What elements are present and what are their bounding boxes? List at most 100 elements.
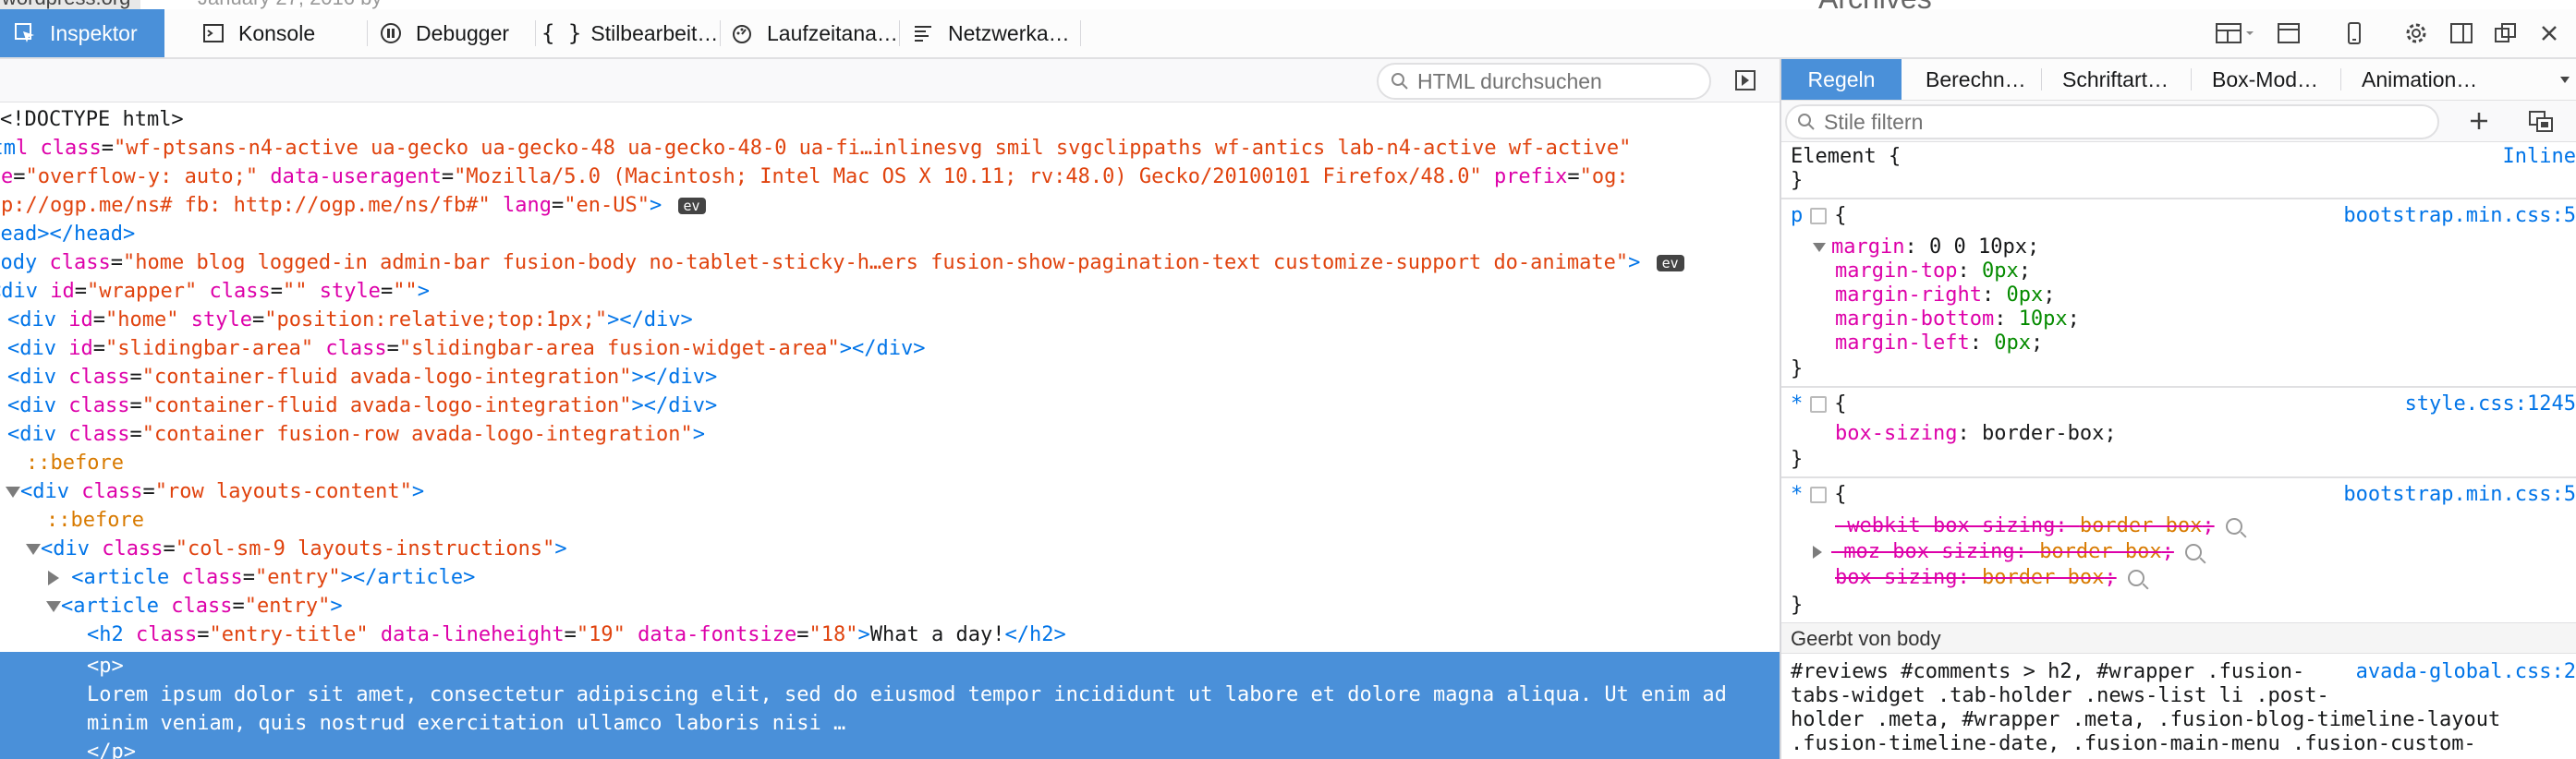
markup-line[interactable]: <!DOCTYPE html> [0,105,1780,134]
selected-node-text[interactable]: Lorem ipsum dolor sit amet, consectetur … [0,681,1780,709]
markup-line[interactable]: <div id="home" style="position:relative;… [7,306,1780,334]
markup-line[interactable]: <head></head> [0,220,1756,248]
rule-source[interactable]: style.css:1245 [2405,392,2576,417]
markup-line[interactable]: <div id="wrapper" class="" style=""> [0,277,1768,306]
site-label: wordpress.org [0,0,140,9]
overridden-property[interactable]: -webkit-box-sizing: border-box; [1835,513,2242,539]
markup-line[interactable]: style="overflow-y: auto;" data-useragent… [0,163,1732,191]
tab-animations[interactable]: Animation… [2341,59,2559,100]
split-console-icon[interactable] [2262,21,2315,45]
rule-selector[interactable]: p{ [1791,203,1847,229]
markup-line[interactable]: <h2 class="entry-title" data-lineheight=… [87,620,1780,649]
tab-label: Inspektor [50,20,138,45]
performance-icon [730,21,754,45]
selected-node-text[interactable]: minim veniam, quis nostrud exercitation … [0,709,1780,738]
close-icon[interactable] [2528,23,2570,43]
tab-debugger[interactable]: Debugger [379,9,536,57]
html-search-input[interactable]: HTML durchsuchen [1377,63,1711,100]
toggle-rule-checkbox[interactable] [1810,487,1828,503]
tab-box-model[interactable]: Box-Mod… [2192,59,2341,100]
gear-icon[interactable] [2393,21,2439,45]
inherited-selector: .fusion-timeline-date, .fusion-main-menu… [1791,732,2476,755]
markup-line[interactable]: <body class="home blog logged-in admin-b… [0,248,1756,277]
style-filter-input[interactable]: Stile filtern [1785,104,2439,139]
markup-line[interactable]: <div class="container-fluid avada-logo-i… [7,363,1780,392]
event-badge[interactable]: ev [677,198,706,214]
tab-network[interactable]: Netzwerka… [911,9,1081,57]
expand-toggle[interactable] [6,487,20,498]
markup-line[interactable]: <div class="container-fluid avada-logo-i… [7,392,1780,420]
markup-line[interactable]: "http://ogp.me/ns# fb: http://ogp.me/ns/… [0,191,1732,220]
event-badge[interactable]: ev [1656,255,1684,271]
style-filter-bar: Stile filtern [1781,101,2576,142]
markup-line[interactable]: <article class="entry"></article> [48,563,1780,592]
markup-line[interactable]: <div class="container fusion-row avada-l… [7,420,1780,449]
console-icon [201,21,225,45]
expand-toggle[interactable] [1813,243,1826,252]
overridden-property[interactable]: -moz-box-sizing: border-box; [1813,539,2202,565]
style-editor-icon: { } [541,20,582,46]
collapse-toggle[interactable] [48,571,59,585]
markup-line[interactable]: <div class="col-sm-9 layouts-instruction… [26,535,1780,563]
toggle-sidebar-icon[interactable] [1735,70,1756,90]
tab-computed[interactable]: Berechn… [1902,59,2042,100]
markup-search-bar: HTML durchsuchen [0,59,1780,102]
search-icon[interactable] [2184,544,2202,560]
rule-close: } [1791,448,1804,471]
tab-console[interactable]: Konsole [201,9,368,57]
undock-window-icon[interactable] [2484,21,2528,45]
rule-divider [1781,198,2576,199]
rule-source[interactable]: avada-global.css:2 [2356,659,2576,685]
property-line[interactable]: box-sizing: border-box; [1835,421,2117,447]
overridden-property[interactable]: box-sizing: border-box; [1835,565,2145,591]
devtools-toolbar: Inspektor Konsole Debugger { } Stilbearb… [0,9,2576,59]
rule-source[interactable]: Inline [2503,144,2576,170]
filter-placeholder: Stile filtern [1824,109,1924,134]
search-icon[interactable] [2127,570,2145,586]
search-icon [1798,114,1815,130]
rule-selector[interactable]: Element { [1791,144,1901,170]
rule-selector[interactable]: *{ [1791,482,1847,508]
toggle-rule-checkbox[interactable] [1810,396,1828,413]
rule-source[interactable]: bootstrap.min.css:5 [2343,482,2576,508]
rule-close: } [1791,594,1804,617]
sidebar-tabs: Regeln Berechn… Schriftart… Box-Mod… Ani… [1781,59,2576,101]
rule-source[interactable]: bootstrap.min.css:5 [2343,203,2576,229]
add-rule-icon[interactable] [2469,111,2489,131]
tab-inspector[interactable]: Inspektor [0,9,164,57]
debugger-icon [379,21,403,45]
responsive-design-icon[interactable] [2315,21,2393,45]
search-icon [1391,73,1408,90]
toggle-rule-checkbox[interactable] [1810,208,1828,224]
inherited-header: Geerbt von body [1781,622,2576,654]
markup-line[interactable]: <html class="wf-ptsans-n4-active ua-geck… [0,134,1746,163]
search-icon[interactable] [2225,518,2242,535]
inspector-icon [13,21,37,45]
tab-style-editor[interactable]: { } Stilbearbeit… [541,9,721,57]
search-placeholder: HTML durchsuchen [1417,68,1602,93]
markup-line[interactable]: ::before [26,449,1780,477]
tab-performance[interactable]: Laufzeitana… [730,9,900,57]
layout-picker-button[interactable] [2210,21,2262,45]
inherited-selector: tabs-widget .tab-holder .news-list li .p… [1791,684,2329,707]
tab-fonts[interactable]: Schriftart… [2042,59,2192,100]
selected-node-open[interactable]: <p> [0,652,1780,681]
markup-line[interactable]: <div id="slidingbar-area" class="sliding… [7,334,1780,363]
tab-rules[interactable]: Regeln [1781,59,1902,100]
post-date: January 27, 2016 by [198,0,382,9]
property-line[interactable]: margin: 0 0 10px; [1813,235,2039,260]
chevron-down-icon[interactable] [2559,76,2570,85]
pseudo-class-toggle-icon[interactable] [2528,110,2556,134]
rule-selector[interactable]: *{ [1791,392,1847,417]
dock-side-icon[interactable] [2439,21,2484,45]
markup-line[interactable]: <div class="row layouts-content"> [6,477,1780,506]
property-line: margin-top: 0px; [1835,259,2031,283]
markup-line[interactable]: ::before [46,506,1780,535]
markup-line[interactable]: <article class="entry"> [46,592,1780,620]
inherited-selector[interactable]: #reviews #comments > h2, #wrapper .fusio… [1791,659,2304,685]
collapse-toggle[interactable] [1813,546,1822,559]
property-line: margin-left: 0px; [1835,331,2044,355]
expand-toggle[interactable] [26,544,41,555]
expand-toggle[interactable] [46,601,61,612]
selected-node-close[interactable]: </p> [0,738,1780,759]
